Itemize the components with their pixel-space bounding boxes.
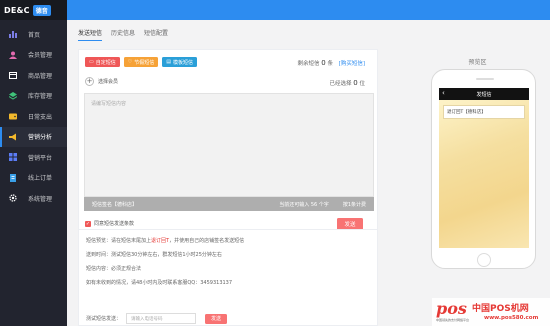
notes-panel: 短信预览：请在短信末尾加上退订回T，并使用自己的店铺签名发送短信 送到时间：测试… <box>78 229 378 326</box>
order-icon <box>8 173 17 182</box>
test-phone-input[interactable]: 请输入电话号码 <box>126 313 197 324</box>
message-placeholder: 请编写短信内容 <box>91 101 127 107</box>
tab-history[interactable]: 历史信息 <box>111 25 135 41</box>
chart-bar-icon <box>8 30 17 39</box>
watermark-slogan: 中国领先的支付网络平台 <box>436 318 470 322</box>
remaining-count: 0 <box>321 59 326 67</box>
remaining-sms: 剩余短信 0 条 [购买短信] <box>297 59 365 67</box>
tab-sms-config[interactable]: 短信配置 <box>144 25 168 41</box>
agree-terms[interactable]: ✓ 同意短信发送条款 <box>85 220 134 227</box>
tab-bar: 发送短信 历史信息 短信配置 <box>78 25 168 41</box>
message-type-buttons: ▭ 自定短信 ♡ 节假短信 ▤ 模板短信 <box>85 57 197 67</box>
sidebar-item-label: 营销分析 <box>28 134 53 142</box>
brand-logo: DE&C 德音 <box>0 0 67 20</box>
char-count-label: 当前还可输入 56 个字 <box>279 201 329 208</box>
sidebar-item-label: 系统管理 <box>28 195 53 203</box>
message-textarea[interactable]: 请编写短信内容 <box>84 93 374 197</box>
phone-speaker <box>476 78 494 80</box>
watermark-url: www.pos580.com <box>484 315 539 321</box>
sidebar-item-inventory[interactable]: 库存管理 <box>0 86 67 107</box>
note-delivery-time: 送到时间：测试短信30分钟左右，群发短信1小时25分钟左右 <box>86 252 222 258</box>
sidebar-item-label: 会员管理 <box>28 52 53 60</box>
test-send-button[interactable]: 发送 <box>205 313 228 324</box>
sidebar-item-expense[interactable]: 日常支出 <box>0 106 67 127</box>
brand-name: DE&C <box>4 5 30 15</box>
grid-icon <box>8 153 17 162</box>
agree-label: 同意短信发送条款 <box>94 221 135 227</box>
note-content-rule: 短信内容：必须正规合法 <box>86 266 142 272</box>
message-preview-bubble: 退订回T【德科店】 <box>443 105 525 119</box>
sidebar-item-label: 线上订单 <box>28 175 53 183</box>
note-preview: 短信预览：请在短信末尾加上退订回T，并使用自己的店铺签名发送短信 <box>86 238 245 244</box>
holiday-sms-button[interactable]: ♡ 节假短信 <box>123 57 159 67</box>
selected-count: 0 <box>353 79 358 87</box>
watermark-title: 中国POS机网 <box>472 304 529 314</box>
screen-title: 发短信 <box>476 91 492 98</box>
phone-home-button <box>477 253 491 267</box>
sidebar-nav: 首页 会员管理 商品管理 库存管理 日常支出 营销分析 营销平台 线上订单 系统… <box>0 24 67 209</box>
layers-icon <box>8 91 17 100</box>
test-sms-row: 测试短信发送： 请输入电话号码 发送 <box>86 313 228 324</box>
preview-panel: 预览区 ‹ 发短信 退订回T【德科店】 <box>411 49 544 309</box>
sidebar-item-home[interactable]: 首页 <box>0 24 67 45</box>
test-phone-placeholder: 请输入电话号码 <box>131 316 163 322</box>
select-members-label: 选择会员 <box>98 79 119 85</box>
sidebar-item-system[interactable]: 系统管理 <box>0 188 67 209</box>
heart-icon: ♡ <box>127 59 133 65</box>
sidebar-item-online-orders[interactable]: 线上订单 <box>0 168 67 189</box>
template-icon: ▤ <box>166 59 171 65</box>
sidebar-item-products[interactable]: 商品管理 <box>0 65 67 86</box>
sidebar-item-label: 商品管理 <box>28 72 53 80</box>
watermark: pos 中国POS机网 www.pos580.com 中国领先的支付网络平台 <box>432 298 550 326</box>
agree-checkbox[interactable]: ✓ <box>85 220 91 227</box>
test-sms-label: 测试短信发送： <box>86 316 122 322</box>
sidebar-item-label: 库存管理 <box>28 93 53 101</box>
select-members-control[interactable]: + 选择会员 <box>85 77 118 86</box>
sidebar-item-label: 首页 <box>28 31 41 39</box>
watermark-logo: pos <box>436 299 467 318</box>
brand-badge: 德音 <box>32 4 51 16</box>
custom-sms-button[interactable]: ▭ 自定短信 <box>85 57 120 67</box>
sidebar-item-marketing-analysis[interactable]: 营销分析 <box>0 126 67 147</box>
template-sms-button[interactable]: ▤ 模板短信 <box>162 57 197 67</box>
back-arrow-icon: ‹ <box>442 89 445 97</box>
megaphone-icon <box>8 132 17 141</box>
sidebar: DE&C 德音 首页 会员管理 商品管理 库存管理 日常支出 营销分析 营销平台… <box>0 0 67 326</box>
wallet-icon <box>8 112 17 121</box>
selected-count-display: 已经选择 0 位 <box>329 79 366 87</box>
sidebar-item-label: 日常支出 <box>28 113 53 121</box>
billing-label: 按1条计费 <box>342 201 366 208</box>
tab-send-sms[interactable]: 发送短信 <box>78 25 103 41</box>
screen-header: ‹ 发短信 <box>439 88 529 100</box>
compose-panel: ▭ 自定短信 ♡ 节假短信 ▤ 模板短信 剩余短信 0 条 [购买短信] + 选… <box>78 49 378 242</box>
users-icon <box>8 50 17 59</box>
box-icon <box>8 71 17 80</box>
note-support: 如有未收到的情况，请48小时内及时联系客服QQ：3459313137 <box>86 280 233 286</box>
sidebar-item-label: 营销平台 <box>28 154 53 162</box>
unsubscribe-text: 退订回T <box>151 238 170 244</box>
phone-screen: ‹ 发短信 退订回T【德科店】 <box>439 88 529 248</box>
signature-label: 短信签名【德科店】 <box>92 201 138 208</box>
sidebar-item-marketing-platform[interactable]: 营销平台 <box>0 147 67 168</box>
sidebar-item-members[interactable]: 会员管理 <box>0 45 67 66</box>
gear-icon <box>8 194 17 203</box>
message-info-bar: 短信签名【德科店】 当前还可输入 56 个字 按1条计费 <box>84 197 374 211</box>
main-content: 发送短信 历史信息 短信配置 ▭ 自定短信 ♡ 节假短信 ▤ 模板短信 剩余短信… <box>67 20 550 326</box>
phone-mockup: ‹ 发短信 退订回T【德科店】 <box>431 69 536 269</box>
monitor-icon: ▭ <box>89 59 94 65</box>
top-bar <box>67 0 550 20</box>
plus-icon: + <box>85 77 94 86</box>
preview-title: 预览区 <box>468 59 487 66</box>
buy-sms-link[interactable]: [购买短信] <box>339 61 365 67</box>
